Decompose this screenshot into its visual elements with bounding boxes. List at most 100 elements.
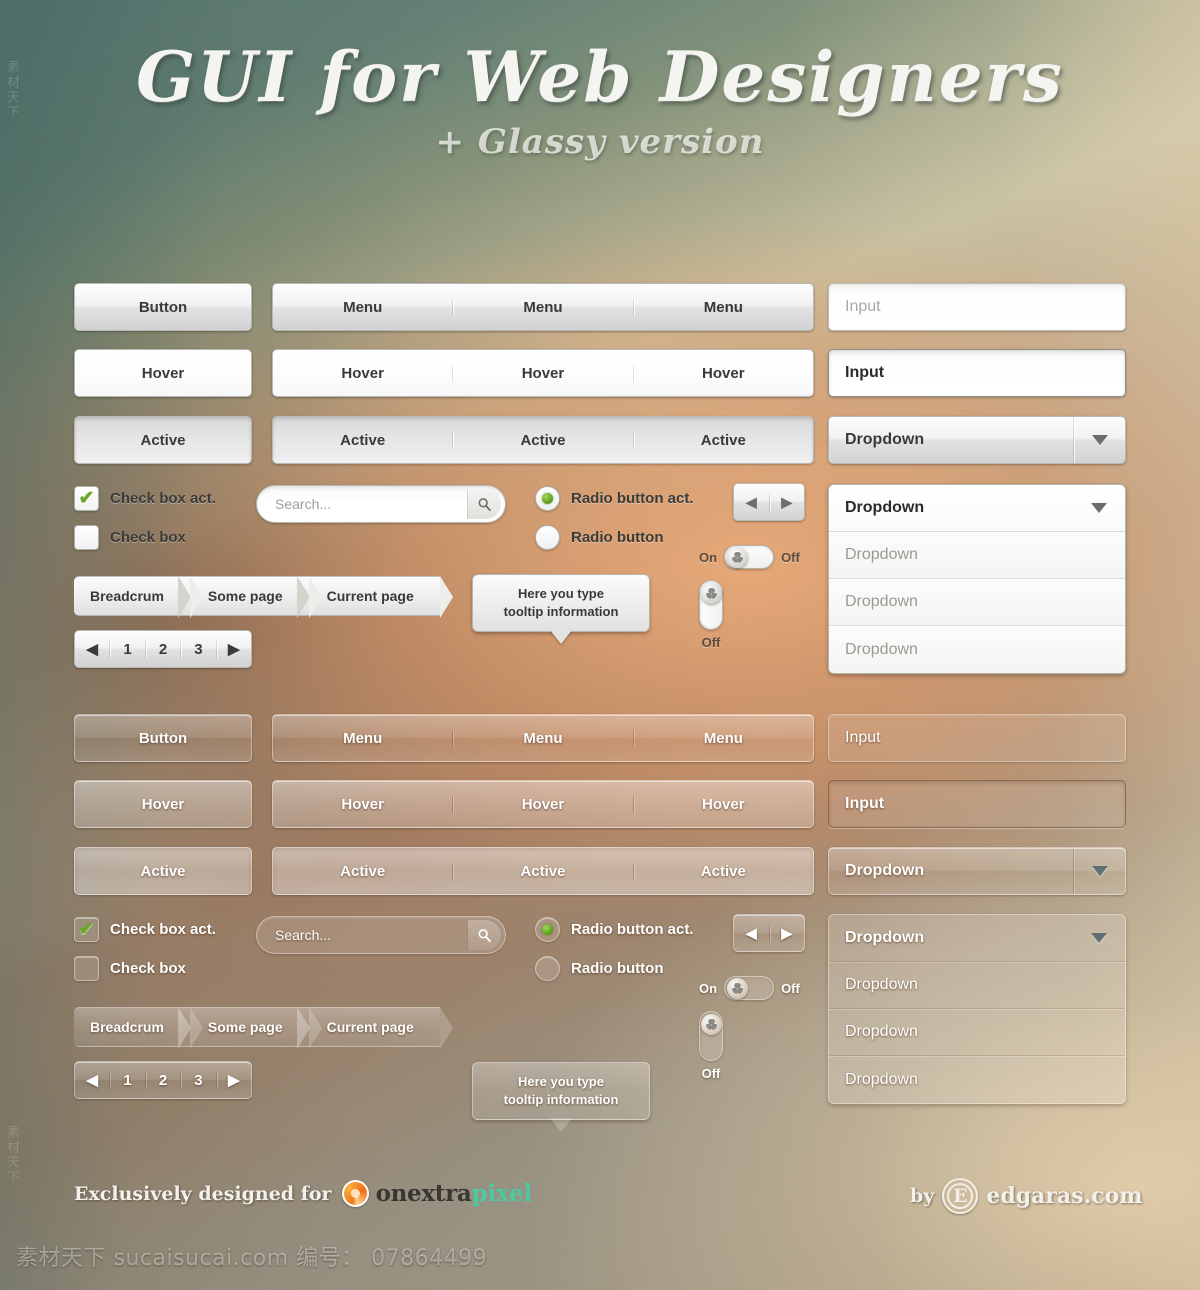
toggle-knob[interactable] [700,1014,722,1035]
input-filled-glassy[interactable]: Input [828,780,1126,828]
pagination-page[interactable]: 3 [181,1071,217,1089]
menu-item[interactable]: Active [634,432,813,449]
pagination-prev[interactable]: ◀ [75,640,111,658]
dropdown-list-item-selected[interactable]: Dropdown [829,915,1125,962]
checkbox-box[interactable] [74,525,99,550]
checkbox-checked-light[interactable]: ✔ Check box act. [74,486,216,511]
toggle-switch-horizontal[interactable] [724,976,775,1000]
pagination-page[interactable]: 2 [146,640,182,658]
search-field-light[interactable]: Search... [256,485,506,523]
pagination-page[interactable]: 2 [146,1071,182,1089]
breadcrumb-item[interactable]: Breadcrum [74,1007,203,1049]
menubar-active-glassy[interactable]: Active Active Active [272,847,814,895]
menu-item[interactable]: Active [634,863,813,880]
menu-item[interactable]: Menu [453,298,634,316]
radio-inactive-light[interactable]: Radio button [535,525,663,550]
button-hover-glassy[interactable]: Hover [74,780,252,828]
checkbox-unchecked-glassy[interactable]: Check box [74,956,186,981]
breadcrumb-glassy[interactable]: Breadcrum Some page Current page [74,1007,453,1049]
search-input[interactable]: Search... [275,927,467,943]
dropdown-list-item[interactable]: Dropdown [829,962,1125,1009]
arrow-right-icon[interactable]: ▶ [770,925,805,942]
dropdown-list-item[interactable]: Dropdown [829,1056,1125,1103]
menu-item[interactable]: Menu [453,729,634,747]
menu-item[interactable]: Menu [273,298,454,316]
checkbox-checked-glassy[interactable]: ✔ Check box act. [74,917,216,942]
button-hover-light[interactable]: Hover [74,349,252,397]
toggle-vertical-glassy[interactable]: Off [699,1011,723,1081]
dropdown-list-item[interactable]: Dropdown [829,1009,1125,1056]
menu-item[interactable]: Menu [634,299,813,316]
menu-item[interactable]: Menu [273,729,454,747]
search-field-glassy[interactable]: Search... [256,916,506,954]
arrow-left-icon[interactable]: ◀ [734,924,770,942]
menu-item[interactable]: Active [273,431,454,449]
arrow-left-icon[interactable]: ◀ [734,493,770,511]
breadcrumb-item[interactable]: Breadcrum [74,576,203,618]
footer-author[interactable]: by E edgaras.com [910,1178,1143,1214]
menu-item[interactable]: Active [453,862,634,880]
breadcrumb-item-current[interactable]: Current page [296,576,453,618]
checkbox-box[interactable] [74,956,99,981]
toggle-knob[interactable] [727,546,749,568]
input-placeholder-light[interactable]: Input [828,283,1126,331]
search-icon[interactable] [467,920,501,950]
radio-active-glassy[interactable]: Radio button act. [535,917,694,942]
dropdown-list-light[interactable]: Dropdown Dropdown Dropdown Dropdown [828,484,1126,674]
toggle-horizontal-glassy[interactable]: On Off [699,976,800,1000]
checkbox-box[interactable]: ✔ [74,917,99,942]
pagination-page[interactable]: 1 [110,640,146,658]
menu-item[interactable]: Hover [634,365,813,382]
toggle-switch-horizontal[interactable] [724,545,775,569]
menubar-default-light[interactable]: Menu Menu Menu [272,283,814,331]
search-icon[interactable] [467,489,501,519]
menu-item[interactable]: Hover [634,796,813,813]
menu-item[interactable]: Hover [273,795,454,813]
breadcrumb-light[interactable]: Breadcrum Some page Current page [74,576,453,618]
menu-item[interactable]: Hover [453,364,634,382]
breadcrumb-item-current[interactable]: Current page [296,1007,453,1049]
chevron-down-icon[interactable] [1073,848,1125,894]
pagination-next[interactable]: ▶ [217,640,251,658]
button-active-light[interactable]: Active [74,416,252,464]
radio-active-light[interactable]: Radio button act. [535,486,694,511]
stepper-arrows-glassy[interactable]: ◀ ▶ [733,914,805,952]
radio-inactive-glassy[interactable]: Radio button [535,956,663,981]
breadcrumb-item[interactable]: Some page [177,1007,322,1049]
menubar-default-glassy[interactable]: Menu Menu Menu [272,714,814,762]
footer-author-site[interactable]: edgaras.com [986,1183,1142,1209]
breadcrumb-item[interactable]: Some page [177,576,322,618]
pagination-page[interactable]: 1 [110,1071,146,1089]
toggle-knob[interactable] [700,583,722,604]
radio-circle[interactable] [535,956,560,981]
pagination-glassy[interactable]: ◀ 1 2 3 ▶ [74,1061,252,1099]
menu-item[interactable]: Menu [634,730,813,747]
checkbox-box[interactable]: ✔ [74,486,99,511]
menu-item[interactable]: Active [273,862,454,880]
stepper-arrows-light[interactable]: ◀ ▶ [733,483,805,521]
menubar-active-light[interactable]: Active Active Active [272,416,814,464]
input-placeholder-glassy[interactable]: Input [828,714,1126,762]
menu-item[interactable]: Active [453,431,634,449]
dropdown-closed-light[interactable]: Dropdown [828,416,1126,464]
dropdown-list-glassy[interactable]: Dropdown Dropdown Dropdown Dropdown [828,914,1126,1104]
pagination-next[interactable]: ▶ [217,1071,251,1089]
dropdown-closed-glassy[interactable]: Dropdown [828,847,1126,895]
menubar-hover-light[interactable]: Hover Hover Hover [272,349,814,397]
arrow-right-icon[interactable]: ▶ [770,494,805,511]
checkbox-unchecked-light[interactable]: Check box [74,525,186,550]
dropdown-list-item[interactable]: Dropdown [829,626,1125,673]
pagination-page[interactable]: 3 [181,640,217,658]
toggle-vertical-light[interactable]: Off [699,580,723,650]
toggle-horizontal-light[interactable]: On Off [699,545,800,569]
menu-item[interactable]: Hover [273,364,454,382]
button-active-glassy[interactable]: Active [74,847,252,895]
toggle-knob[interactable] [727,977,749,999]
button-default-light[interactable]: Button [74,283,252,331]
radio-circle[interactable] [535,486,560,511]
button-default-glassy[interactable]: Button [74,714,252,762]
search-input[interactable]: Search... [275,496,467,512]
dropdown-list-item[interactable]: Dropdown [829,579,1125,626]
toggle-switch-vertical[interactable] [699,580,723,630]
pagination-light[interactable]: ◀ 1 2 3 ▶ [74,630,252,668]
